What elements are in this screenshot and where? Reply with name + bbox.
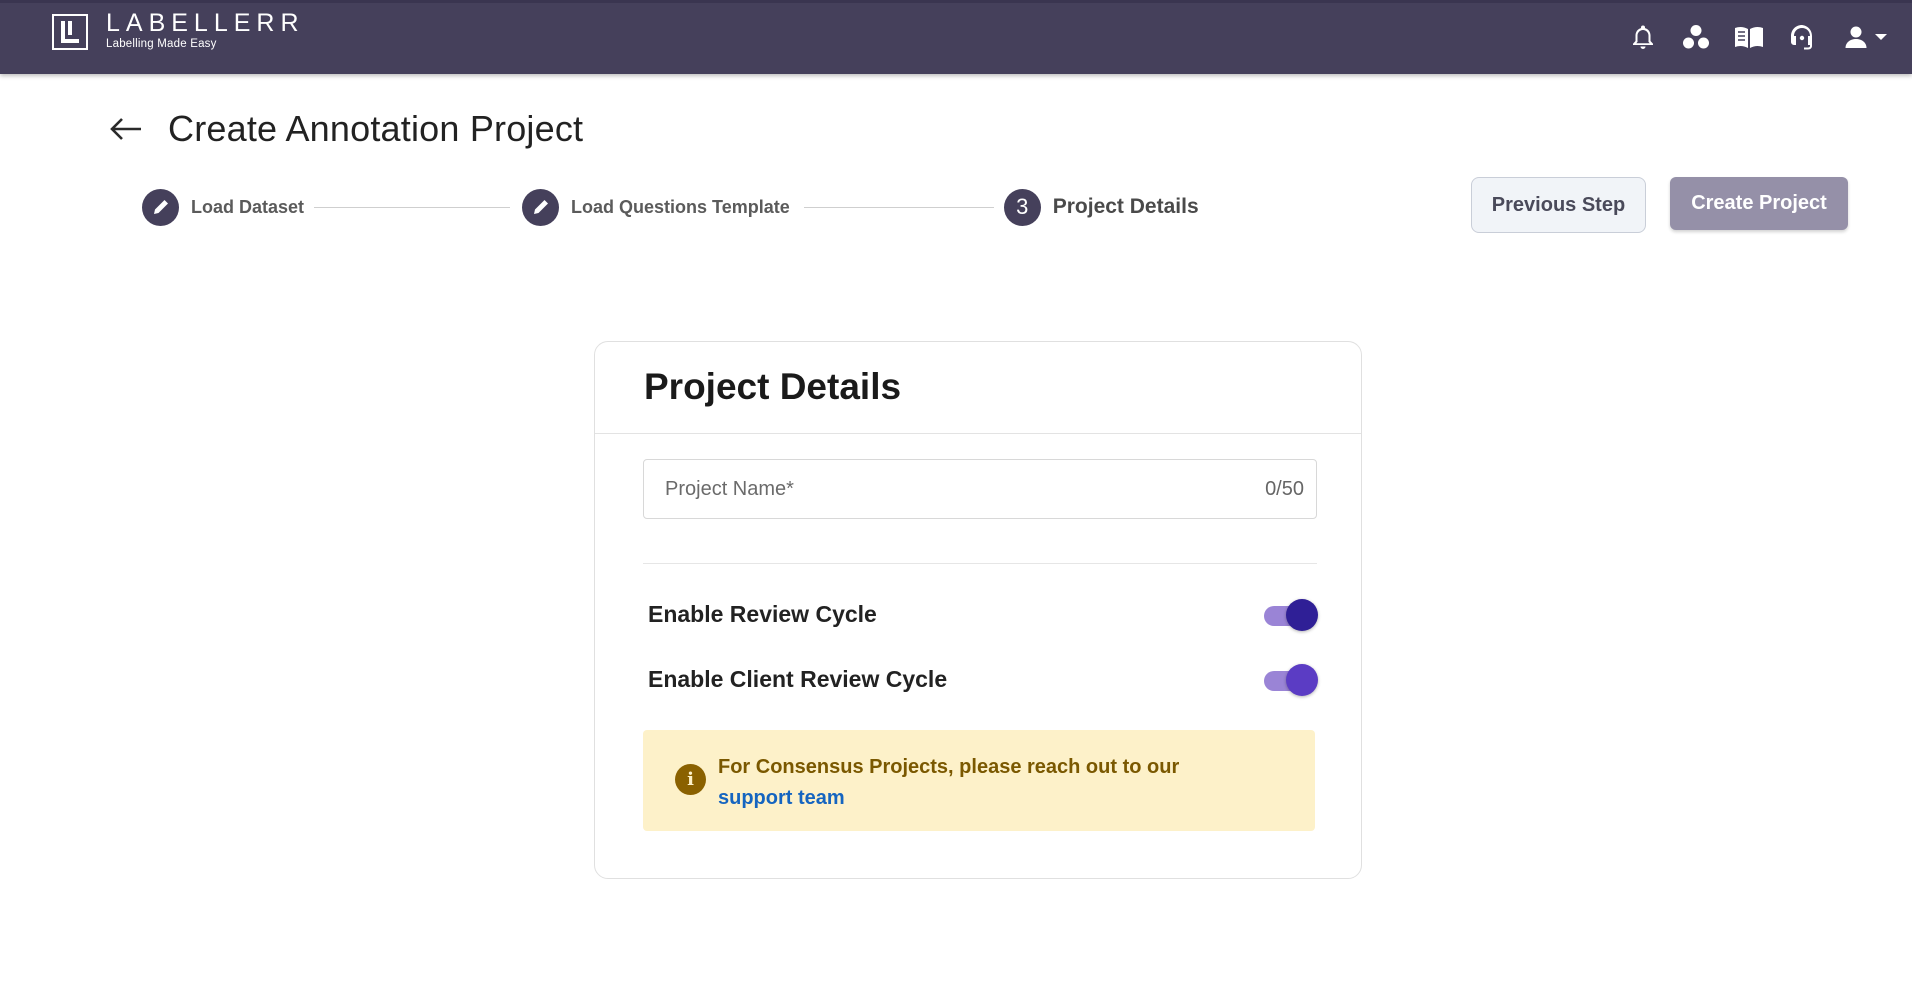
pencil-icon — [142, 188, 179, 226]
step-connector — [803, 206, 994, 208]
step-connector — [314, 206, 511, 208]
topbar-icons — [1605, 22, 1892, 52]
step-load-questions-template[interactable]: Load Questions Template — [522, 188, 790, 226]
previous-step-button[interactable]: Previous Step — [1471, 177, 1646, 233]
labellerr-logo[interactable]: LABELLERR Labelling Made Easy — [52, 9, 305, 51]
step-label: Load Dataset — [191, 196, 305, 217]
support-headset-icon[interactable] — [1787, 22, 1817, 52]
step-label: Load Questions Template — [571, 196, 790, 217]
step-load-dataset[interactable]: Load Dataset — [142, 188, 305, 226]
top-navigation-bar: LABELLERR Labelling Made Easy — [0, 0, 1912, 74]
chevron-down-icon — [1875, 34, 1887, 40]
logo-text: LABELLERR Labelling Made Easy — [106, 9, 305, 51]
card-title: Project Details — [644, 366, 902, 407]
review-cycle-label: Enable Review Cycle — [648, 600, 877, 627]
review-cycle-row: Enable Review Cycle — [648, 594, 1318, 634]
info-message-text: For Consensus Projects, please reach out… — [718, 756, 1180, 778]
project-name-field[interactable]: 0/50 — [643, 459, 1317, 519]
user-icon — [1845, 26, 1867, 48]
bell-icon[interactable] — [1628, 22, 1658, 52]
consensus-info-alert: i For Consensus Projects, please reach o… — [643, 730, 1315, 831]
brand-tagline: Labelling Made Easy — [106, 38, 217, 50]
back-arrow-icon — [110, 118, 141, 140]
back-arrow-button[interactable] — [108, 111, 144, 147]
step-project-details[interactable]: 3 Project Details — [1003, 188, 1199, 226]
info-message: For Consensus Projects, please reach out… — [718, 752, 1179, 814]
brand-name: LABELLERR — [106, 9, 305, 37]
client-review-cycle-toggle[interactable] — [1262, 662, 1318, 696]
support-team-link[interactable]: support team — [718, 787, 845, 809]
divider — [643, 563, 1317, 564]
logo-mark-icon — [52, 14, 88, 50]
project-details-card: Project Details 0/50 Enable Review Cycle… — [594, 341, 1362, 879]
progress-stepper: Load Dataset Load Questions Template 3 P… — [142, 187, 1199, 227]
character-counter: 0/50 — [1265, 477, 1304, 500]
workspace-icon[interactable] — [1681, 22, 1711, 52]
pencil-icon — [522, 188, 560, 226]
create-project-button[interactable]: Create Project — [1670, 177, 1848, 230]
client-review-cycle-row: Enable Client Review Cycle — [648, 659, 1318, 699]
user-menu-button[interactable] — [1840, 22, 1892, 52]
step-label: Project Details — [1052, 195, 1199, 218]
docs-book-icon[interactable] — [1734, 22, 1764, 52]
info-icon: i — [675, 764, 706, 795]
project-name-input[interactable] — [665, 477, 1225, 501]
page-header: Create Annotation Project — [108, 108, 583, 150]
divider — [595, 433, 1361, 434]
review-cycle-toggle[interactable] — [1262, 597, 1318, 631]
client-review-cycle-label: Enable Client Review Cycle — [648, 665, 948, 692]
step-number: 3 — [1003, 188, 1041, 226]
page-title: Create Annotation Project — [168, 108, 584, 149]
